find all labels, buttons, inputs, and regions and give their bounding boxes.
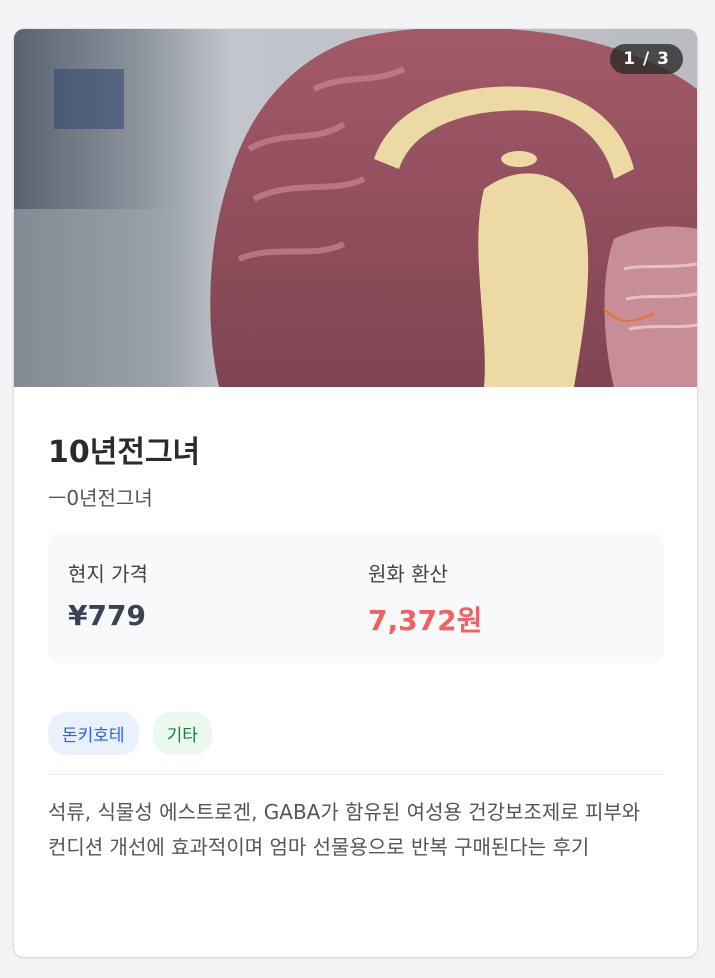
product-card[interactable]: 1 / 3 10년전그녀 ㅡ0년전그녀 현지 가격 ¥779 원화 환산 7,3… bbox=[14, 29, 697, 957]
price-box: 현지 가격 ¥779 원화 환산 7,372원 bbox=[48, 533, 664, 663]
product-subtitle: ㅡ0년전그녀 bbox=[48, 486, 153, 510]
product-title: 10년전그녀 bbox=[48, 435, 201, 470]
divider bbox=[48, 774, 664, 775]
store-tag[interactable]: 돈키호테 bbox=[48, 712, 139, 755]
local-price-value: ¥779 bbox=[68, 599, 146, 632]
image-counter-badge: 1 / 3 bbox=[610, 44, 683, 74]
product-description: 석류, 식물성 에스트로겐, GABA가 함유된 여성용 건강보조제로 피부와 … bbox=[48, 800, 641, 859]
converted-price-value: 7,372원 bbox=[368, 604, 483, 637]
converted-price-label: 원화 환산 bbox=[368, 562, 448, 586]
local-price-label: 현지 가격 bbox=[68, 562, 148, 586]
tag-list: 돈키호테 기타 bbox=[48, 712, 212, 755]
product-image-carousel[interactable]: 1 / 3 bbox=[14, 29, 697, 387]
product-image bbox=[14, 29, 697, 387]
category-tag[interactable]: 기타 bbox=[152, 712, 212, 755]
